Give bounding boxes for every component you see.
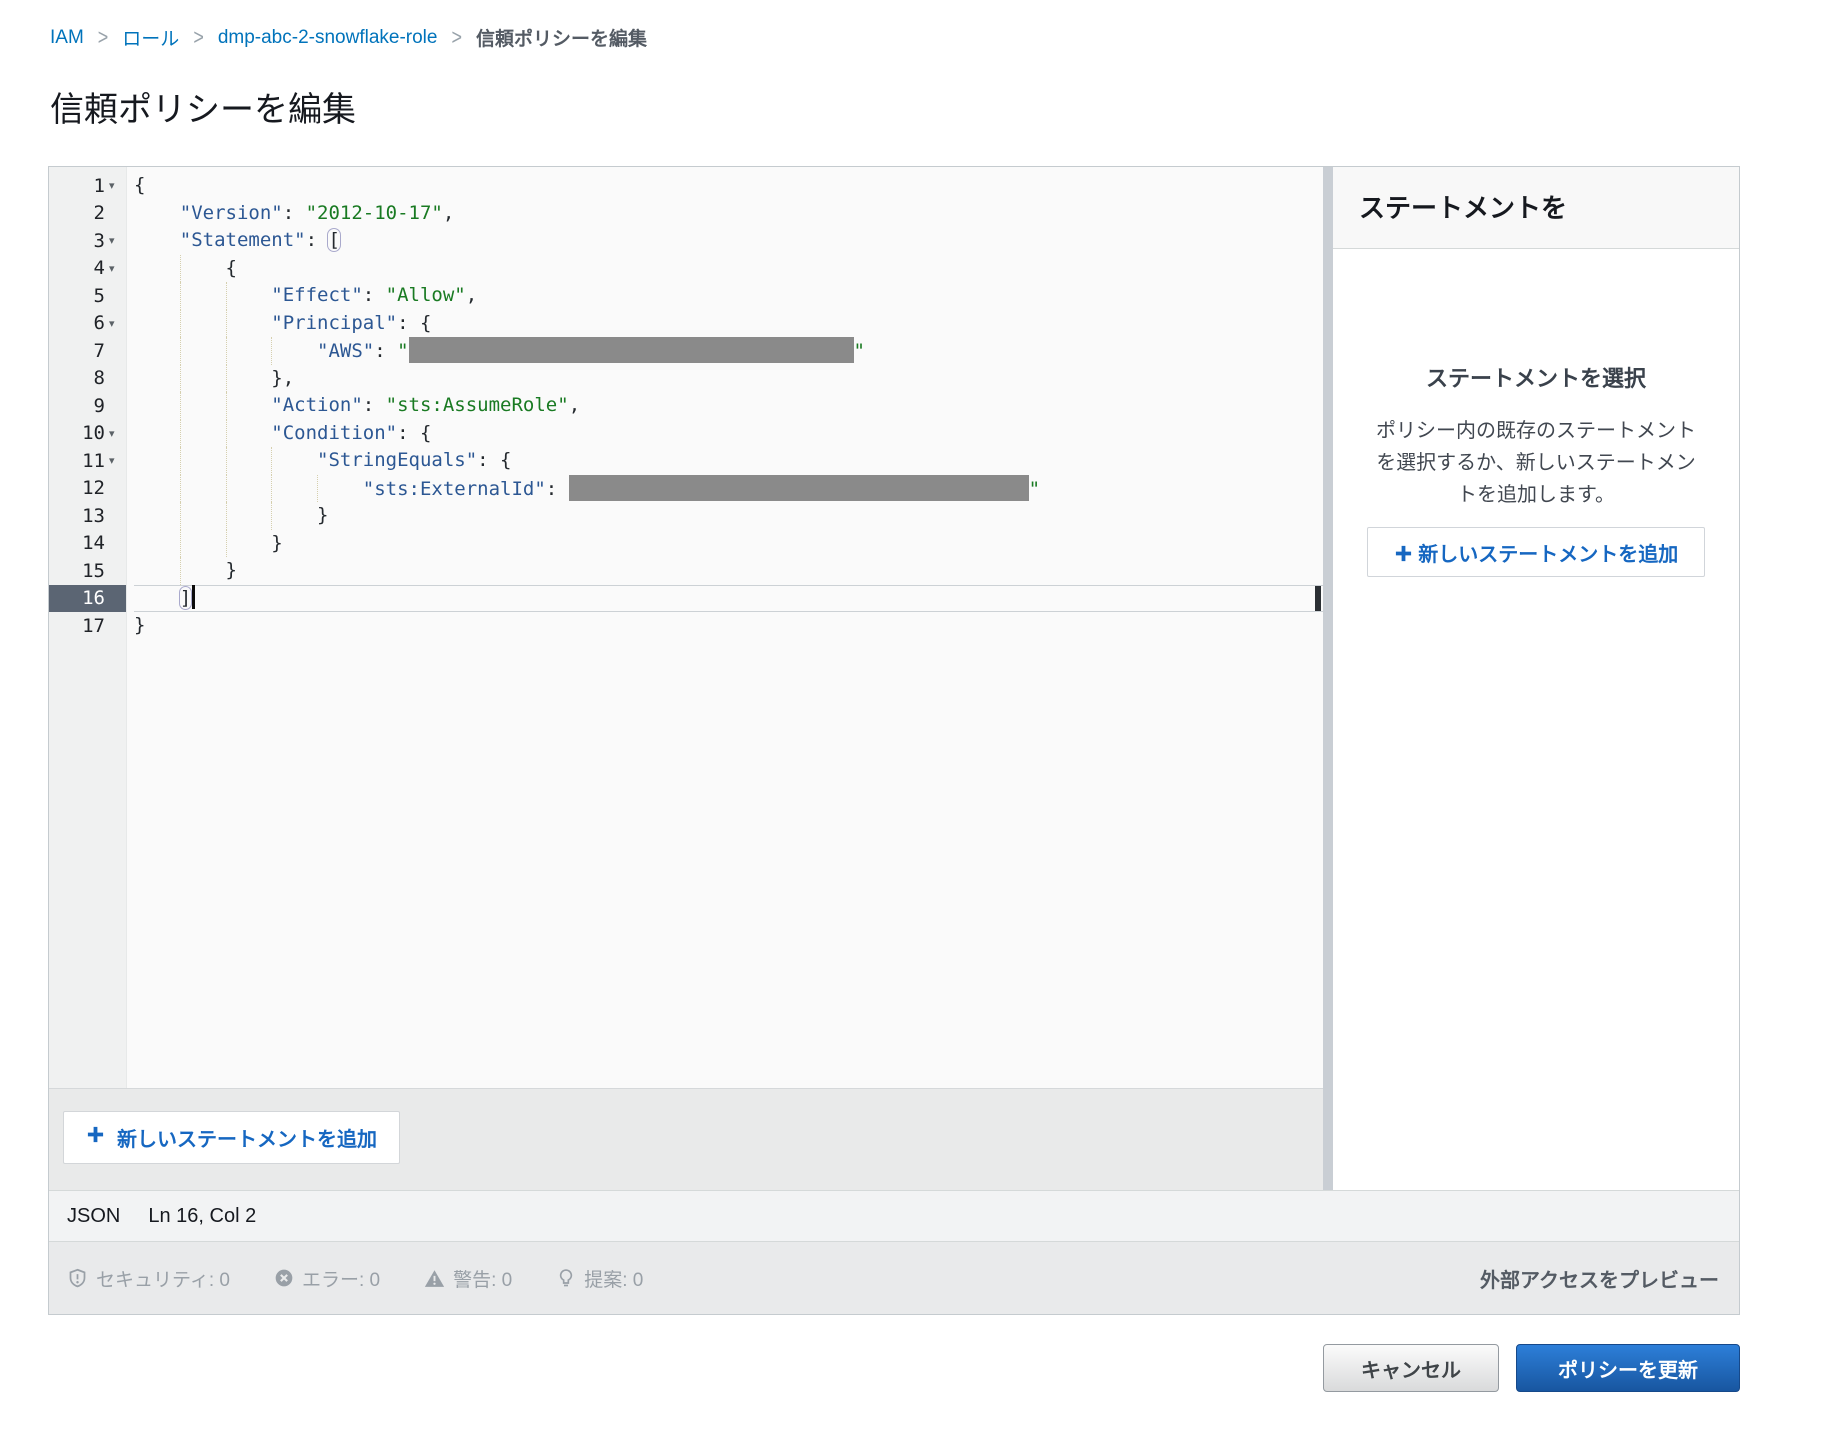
code-line-12[interactable]: "sts:ExternalId": " (134, 475, 1323, 503)
gutter-line-12[interactable]: 12 (49, 475, 126, 503)
gutter-line-2[interactable]: 2 (49, 200, 126, 228)
editor-panel-divider[interactable] (1323, 167, 1333, 1190)
add-statement-button-panel[interactable]: 新しいステートメントを追加 (1367, 527, 1705, 577)
json-code-editor[interactable]: 1▾23▾4▾56▾78910▾11▾121314151617 {"Versio… (49, 167, 1323, 1088)
gutter-line-16[interactable]: 16 (49, 585, 126, 613)
code-line-4[interactable]: { (134, 255, 1323, 283)
select-statement-title: ステートメントを選択 (1367, 361, 1705, 393)
gutter-line-3[interactable]: 3▾ (49, 227, 126, 255)
page-title: 信頼ポリシーを編集 (50, 82, 356, 131)
security-findings: セキュリティ: 0 (67, 1265, 230, 1292)
preview-external-access-link[interactable]: 外部アクセスをプレビュー (1480, 1264, 1719, 1293)
warning-count-label: 警告: 0 (453, 1265, 512, 1292)
shield-exclamation-icon (67, 1268, 88, 1289)
error-count: エラー: 0 (274, 1265, 380, 1292)
code-line-8[interactable]: }, (134, 365, 1323, 393)
validation-status-bar: セキュリティ: 0 エラー: 0 警告: 0 提案: 0 外部アクセスをプレビュ… (49, 1241, 1739, 1314)
plus-icon (1394, 542, 1413, 572)
breadcrumb-link-roles[interactable]: ロール (122, 24, 179, 51)
fold-arrow-icon[interactable]: ▾ (109, 317, 126, 330)
breadcrumb-separator-icon: > (193, 24, 204, 50)
gutter-line-7[interactable]: 7 (49, 337, 126, 365)
suggestion-count: 提案: 0 (556, 1265, 643, 1292)
fold-arrow-icon[interactable]: ▾ (109, 179, 126, 192)
text-cursor (192, 585, 195, 609)
warning-count: 警告: 0 (424, 1265, 512, 1292)
security-findings-label: セキュリティ: 0 (96, 1265, 230, 1292)
warning-triangle-icon (424, 1268, 445, 1289)
editor-code-area[interactable]: {"Version": "2012-10-17","Statement": [{… (127, 167, 1323, 1088)
editor-footer-strip: 新しいステートメントを追加 (49, 1088, 1323, 1190)
breadcrumb-separator-icon: > (98, 24, 109, 50)
lightbulb-icon (556, 1268, 576, 1288)
cursor-position-label: Ln 16, Col 2 (148, 1205, 256, 1228)
fold-arrow-icon[interactable]: ▾ (109, 262, 126, 275)
statement-panel: ステートメントを ステートメントを選択 ポリシー内の既存のステートメントを選択す… (1333, 167, 1739, 1190)
gutter-line-5[interactable]: 5 (49, 282, 126, 310)
editor-gutter[interactable]: 1▾23▾4▾56▾78910▾11▾121314151617 (49, 167, 127, 1088)
trust-policy-editor-box: 1▾23▾4▾56▾78910▾11▾121314151617 {"Versio… (48, 166, 1740, 1315)
code-line-6[interactable]: "Principal": { (134, 310, 1323, 338)
breadcrumb-current-page: 信頼ポリシーを編集 (476, 24, 647, 51)
gutter-line-14[interactable]: 14 (49, 530, 126, 558)
editor-status-bar: JSON Ln 16, Col 2 (49, 1190, 1739, 1241)
cancel-button[interactable]: キャンセル (1323, 1344, 1499, 1392)
breadcrumb-separator-icon: > (451, 24, 462, 50)
gutter-line-11[interactable]: 11▾ (49, 447, 126, 475)
code-line-15[interactable]: } (134, 557, 1323, 585)
redacted-value (569, 475, 1029, 501)
code-line-10[interactable]: "Condition": { (134, 420, 1323, 448)
fold-arrow-icon[interactable]: ▾ (109, 234, 126, 247)
gutter-line-1[interactable]: 1▾ (49, 172, 126, 200)
fold-arrow-icon[interactable]: ▾ (109, 427, 126, 440)
error-count-label: エラー: 0 (302, 1265, 380, 1292)
gutter-line-17[interactable]: 17 (49, 612, 126, 640)
code-line-13[interactable]: } (134, 502, 1323, 530)
code-line-3[interactable]: "Statement": [ (134, 227, 1323, 255)
add-statement-button-bottom[interactable]: 新しいステートメントを追加 (63, 1111, 400, 1164)
code-line-14[interactable]: } (134, 530, 1323, 558)
breadcrumb-link-iam[interactable]: IAM (50, 27, 84, 49)
gutter-line-6[interactable]: 6▾ (49, 310, 126, 338)
editor-mode-label: JSON (67, 1205, 120, 1228)
statement-panel-header: ステートメントを (1333, 167, 1739, 249)
code-line-2[interactable]: "Version": "2012-10-17", (134, 200, 1323, 228)
form-actions: キャンセル ポリシーを更新 (48, 1344, 1740, 1392)
code-line-9[interactable]: "Action": "sts:AssumeRole", (134, 392, 1323, 420)
gutter-line-13[interactable]: 13 (49, 502, 126, 530)
breadcrumb-link-role-name[interactable]: dmp-abc-2-snowflake-role (218, 27, 438, 49)
plus-icon (86, 1125, 105, 1150)
code-line-1[interactable]: { (134, 172, 1323, 200)
redacted-value (409, 337, 854, 363)
gutter-line-8[interactable]: 8 (49, 365, 126, 393)
statement-panel-body: ステートメントを選択 ポリシー内の既存のステートメントを選択するか、新しいステー… (1333, 249, 1739, 1190)
code-line-7[interactable]: "AWS": "" (134, 337, 1323, 365)
code-line-16[interactable]: ] (134, 585, 1323, 613)
add-statement-button-label: 新しいステートメントを追加 (1418, 544, 1678, 566)
breadcrumb: IAM > ロール > dmp-abc-2-snowflake-role > 信… (50, 24, 647, 51)
gutter-line-15[interactable]: 15 (49, 557, 126, 585)
suggestion-count-label: 提案: 0 (584, 1265, 643, 1292)
fold-arrow-icon[interactable]: ▾ (109, 454, 126, 467)
code-line-5[interactable]: "Effect": "Allow", (134, 282, 1323, 310)
error-circle-icon (274, 1268, 294, 1288)
gutter-line-10[interactable]: 10▾ (49, 420, 126, 448)
scrollbar-cursor-mark (1315, 586, 1321, 611)
add-statement-button-label: 新しいステートメントを追加 (117, 1123, 377, 1152)
select-statement-description: ポリシー内の既存のステートメントを選択するか、新しいステートメントを追加します。 (1367, 415, 1705, 511)
update-policy-button[interactable]: ポリシーを更新 (1516, 1344, 1740, 1392)
code-line-17[interactable]: } (134, 612, 1323, 640)
code-line-11[interactable]: "StringEquals": { (134, 447, 1323, 475)
gutter-line-9[interactable]: 9 (49, 392, 126, 420)
gutter-line-4[interactable]: 4▾ (49, 255, 126, 283)
